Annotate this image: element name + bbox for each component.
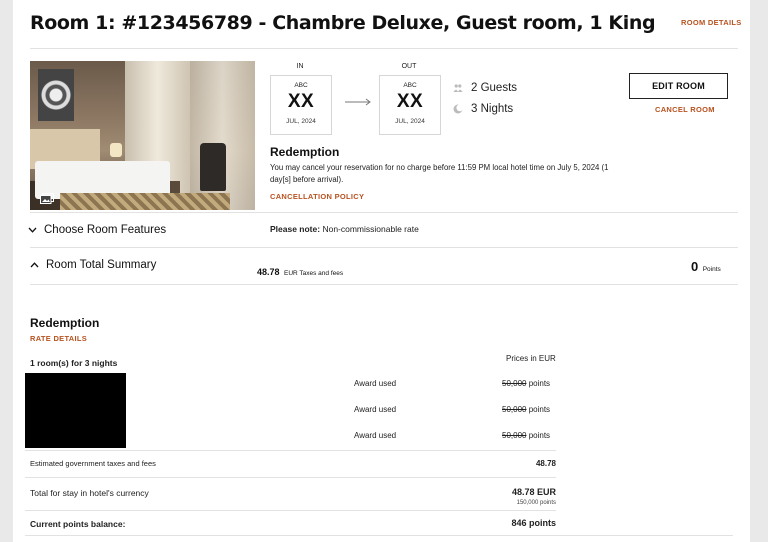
divider bbox=[30, 212, 738, 213]
arrow-right-icon bbox=[345, 98, 371, 106]
nights-info: 3 Nights bbox=[453, 103, 513, 115]
checkin-date: ABC XX JUL, 2024 bbox=[270, 75, 332, 135]
redemption-heading: Redemption bbox=[270, 145, 340, 159]
balance-label: Current points balance: bbox=[30, 519, 126, 529]
room-total-summary-toggle[interactable]: Room Total Summary bbox=[30, 259, 156, 271]
checkin-label: IN bbox=[296, 63, 304, 70]
choose-room-features-toggle[interactable]: Choose Room Features bbox=[28, 224, 166, 236]
night-3-label: Award used bbox=[354, 431, 397, 440]
edit-room-button[interactable]: EDIT ROOM bbox=[629, 73, 728, 99]
checkout-date: ABC XX JUL, 2024 bbox=[379, 75, 441, 135]
night-1-value: 50,000 points bbox=[502, 379, 551, 388]
chevron-up-icon bbox=[30, 262, 39, 268]
night-3-value: 50,000 points bbox=[502, 431, 551, 440]
summary-points: 0 Points bbox=[691, 259, 721, 274]
rate-note: Please note: Non-commissionable rate bbox=[270, 224, 419, 234]
divider bbox=[25, 535, 733, 536]
cancellation-note: You may cancel your reservation for no c… bbox=[270, 163, 609, 184]
night-2-value: 50,000 points bbox=[502, 405, 551, 414]
cancel-room-link[interactable]: CANCEL ROOM bbox=[655, 105, 715, 114]
divider bbox=[25, 450, 556, 451]
divider bbox=[25, 510, 556, 511]
redacted-image bbox=[25, 373, 126, 448]
taxes-value: 48.78 bbox=[535, 459, 556, 468]
room-title: Room 1: #123456789 - Chambre Deluxe, Gue… bbox=[30, 12, 656, 34]
room-details-link[interactable]: ROOM DETAILS bbox=[681, 18, 742, 27]
night-1-label: Award used bbox=[354, 379, 397, 388]
room-photo[interactable] bbox=[30, 61, 255, 210]
wall-art bbox=[38, 69, 74, 121]
checkout-label: OUT bbox=[401, 63, 417, 70]
cancellation-policy-link[interactable]: CANCELLATION POLICY bbox=[270, 192, 364, 201]
guests-icon bbox=[453, 84, 463, 92]
rate-details-link[interactable]: RATE DETAILS bbox=[30, 334, 87, 343]
taxes-label: Estimated government taxes and fees bbox=[30, 459, 156, 468]
prices-in-label: Prices in EUR bbox=[506, 354, 556, 363]
chevron-down-icon bbox=[28, 227, 37, 233]
moon-icon bbox=[453, 104, 463, 114]
summary-amount: 48.78 EUR Taxes and fees bbox=[257, 267, 344, 277]
divider bbox=[30, 284, 738, 285]
guests-info: 2 Guests bbox=[453, 82, 517, 94]
divider bbox=[25, 477, 556, 478]
gallery-icon[interactable] bbox=[40, 193, 54, 204]
total-points: 150,000 points bbox=[516, 500, 556, 506]
rooms-nights-label: 1 room(s) for 3 nights bbox=[30, 358, 118, 368]
balance-value: 846 points bbox=[511, 518, 556, 528]
total-label: Total for stay in hotel's currency bbox=[30, 488, 149, 498]
night-2-label: Award used bbox=[354, 405, 397, 414]
rate-heading: Redemption bbox=[30, 316, 100, 330]
divider bbox=[30, 48, 738, 49]
total-value: 48.78 EUR bbox=[511, 487, 556, 497]
divider bbox=[30, 247, 738, 248]
room-card: Room 1: #123456789 - Chambre Deluxe, Gue… bbox=[13, 0, 750, 542]
